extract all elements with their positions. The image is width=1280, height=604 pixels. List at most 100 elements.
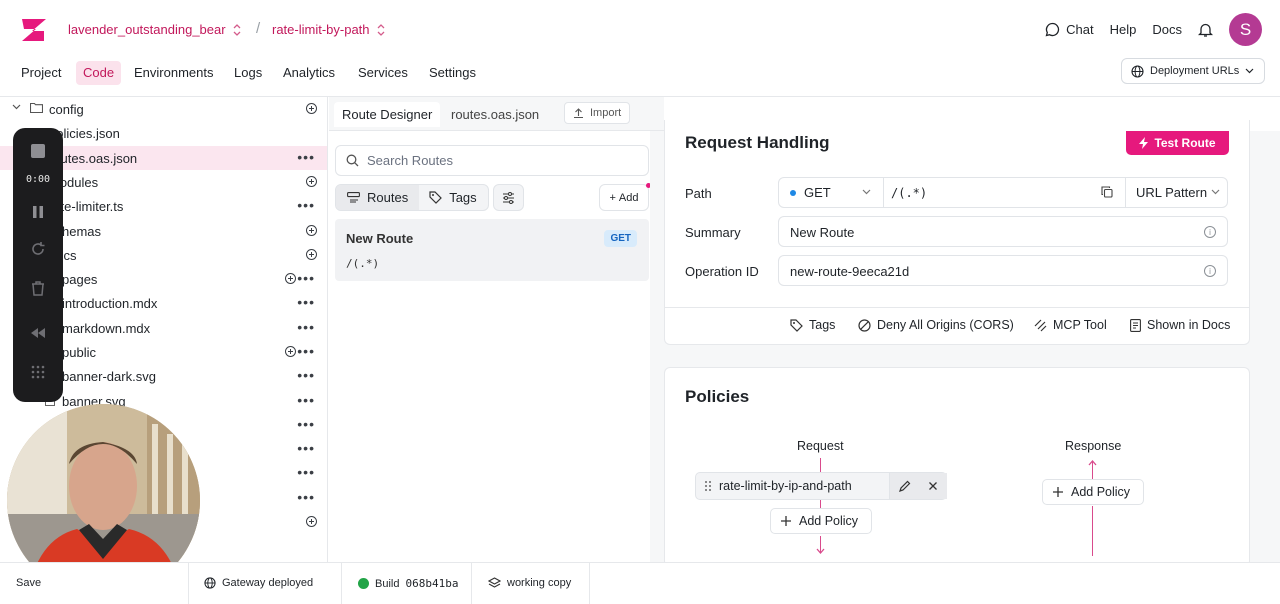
deployment-urls-label: Deployment URLs	[1150, 65, 1240, 77]
drag-handle-icon[interactable]	[704, 480, 712, 492]
working-copy-label: working copy	[507, 577, 572, 589]
copy-icon[interactable]	[1101, 186, 1113, 198]
arrow-down-icon	[816, 547, 825, 555]
status-divider	[341, 563, 342, 604]
build-hash: 068b41ba	[405, 577, 459, 590]
gateway-status[interactable]: Gateway deployed	[204, 577, 313, 589]
import-button[interactable]: Import	[564, 102, 631, 124]
add-file-icon[interactable]	[306, 516, 317, 527]
more-options-icon[interactable]: •••	[297, 464, 315, 480]
trash-icon[interactable]	[28, 278, 48, 298]
more-options-icon[interactable]: •••	[297, 416, 315, 432]
nav-logs[interactable]: Logs	[227, 61, 269, 85]
nav-environments[interactable]: Environments	[127, 61, 220, 85]
project-switcher[interactable]: lavender_outstanding_bear	[68, 22, 242, 37]
bell-icon[interactable]	[1198, 22, 1213, 38]
operation-id-input[interactable]: new-route-9eeca21d i	[778, 255, 1228, 286]
add-policy-label: Add Policy	[799, 514, 859, 528]
globe-icon	[1131, 64, 1144, 78]
summary-input[interactable]: New Route i	[778, 216, 1228, 247]
tags-toggle-label: Tags	[809, 318, 836, 332]
add-request-policy-button[interactable]: Add Policy	[770, 508, 872, 534]
status-divider	[188, 563, 189, 604]
more-options-icon[interactable]: •••	[297, 392, 315, 408]
restart-icon[interactable]	[28, 239, 48, 259]
save-status[interactable]: Save	[16, 577, 41, 589]
chat-link[interactable]: Chat	[1045, 22, 1094, 37]
method-value: GET	[804, 185, 831, 200]
docs-link[interactable]: Docs	[1152, 22, 1182, 37]
more-options-icon[interactable]: •••	[297, 197, 315, 213]
more-options-icon[interactable]: •••	[297, 270, 315, 286]
path-input[interactable]: /(.*)	[891, 186, 927, 200]
more-options-icon[interactable]: •••	[297, 367, 315, 383]
filter-sliders-icon	[502, 191, 515, 204]
tab-route-designer[interactable]: Route Designer	[334, 102, 441, 127]
add-file-icon[interactable]	[306, 103, 317, 114]
add-file-icon[interactable]	[285, 346, 296, 357]
tags-toggle-button[interactable]: Tags	[790, 318, 835, 332]
tree-folder-config[interactable]: config	[0, 97, 327, 121]
more-options-icon[interactable]: •••	[297, 343, 315, 359]
more-options-icon[interactable]: •••	[297, 149, 315, 165]
grid-handle-icon[interactable]	[28, 362, 48, 382]
nav-project[interactable]: Project	[14, 61, 68, 85]
test-route-button[interactable]: Test Route	[1126, 131, 1229, 155]
route-list-item[interactable]: New Route GET /(.*)	[335, 219, 649, 281]
tree-label: banner-dark.svg	[62, 369, 156, 384]
tab-routes-oas[interactable]: routes.oas.json	[451, 107, 539, 122]
add-response-policy-button[interactable]: Add Policy	[1042, 479, 1144, 505]
working-copy-status[interactable]: working copy	[488, 577, 571, 589]
build-status[interactable]: Build 068b41ba	[358, 577, 458, 590]
more-options-icon[interactable]: •••	[297, 294, 315, 310]
policy-item[interactable]: rate-limit-by-ip-and-path	[695, 472, 947, 500]
zuplo-logo-icon[interactable]	[19, 16, 49, 44]
nav-code[interactable]: Code	[76, 61, 122, 85]
deployment-urls-button[interactable]: Deployment URLs	[1121, 58, 1265, 84]
add-route-button[interactable]: + Add	[599, 184, 649, 211]
breadcrumb-separator: /	[256, 20, 261, 37]
mcp-toggle-button[interactable]: MCP Tool	[1034, 318, 1107, 332]
add-file-icon[interactable]	[306, 176, 317, 187]
top-bar: lavender_outstanding_bear / rate-limit-b…	[0, 0, 1280, 58]
avatar[interactable]: S	[1229, 13, 1262, 46]
edit-icon[interactable]	[889, 473, 919, 499]
globe-icon	[204, 577, 216, 589]
help-link[interactable]: Help	[1110, 22, 1137, 37]
tags-toggle[interactable]: Tags	[419, 190, 486, 205]
chevron-down-icon	[1245, 68, 1254, 74]
folder-icon	[30, 102, 43, 113]
test-route-label: Test Route	[1154, 136, 1216, 150]
routes-icon	[347, 192, 360, 203]
stop-icon[interactable]	[28, 141, 48, 161]
more-options-icon[interactable]: •••	[297, 489, 315, 505]
add-file-icon[interactable]	[306, 225, 317, 236]
add-file-icon[interactable]	[285, 273, 296, 284]
nav-analytics[interactable]: Analytics	[276, 61, 342, 85]
pause-icon[interactable]	[28, 202, 48, 222]
docs-toggle-label: Shown in Docs	[1147, 318, 1231, 332]
routes-toggle[interactable]: Routes	[336, 185, 420, 210]
tree-label: public	[62, 345, 96, 360]
docs-toggle-button[interactable]: Shown in Docs	[1130, 318, 1230, 332]
pattern-type-select[interactable]: URL Pattern	[1125, 178, 1228, 207]
search-placeholder: Search Routes	[367, 153, 453, 168]
add-file-icon[interactable]	[306, 249, 317, 260]
branch-switcher[interactable]: rate-limit-by-path	[272, 22, 386, 37]
rewind-icon[interactable]	[28, 323, 48, 343]
search-routes-input[interactable]: Search Routes	[335, 145, 649, 176]
cors-toggle-button[interactable]: Deny All Origins (CORS)	[858, 318, 1014, 332]
filter-button[interactable]	[493, 184, 524, 211]
plus-icon: +	[609, 191, 616, 204]
more-options-icon[interactable]: •••	[297, 319, 315, 335]
tag-icon	[429, 191, 443, 204]
nav-services[interactable]: Services	[351, 61, 415, 85]
mcp-toggle-label: MCP Tool	[1053, 318, 1107, 332]
policy-name: rate-limit-by-ip-and-path	[719, 479, 852, 493]
branch-name: rate-limit-by-path	[272, 22, 370, 37]
close-icon[interactable]	[919, 473, 947, 499]
nav-settings[interactable]: Settings	[422, 61, 483, 85]
operation-id-value: new-route-9eeca21d	[790, 264, 910, 279]
more-options-icon[interactable]: •••	[297, 440, 315, 456]
method-select[interactable]: GET	[779, 178, 884, 207]
